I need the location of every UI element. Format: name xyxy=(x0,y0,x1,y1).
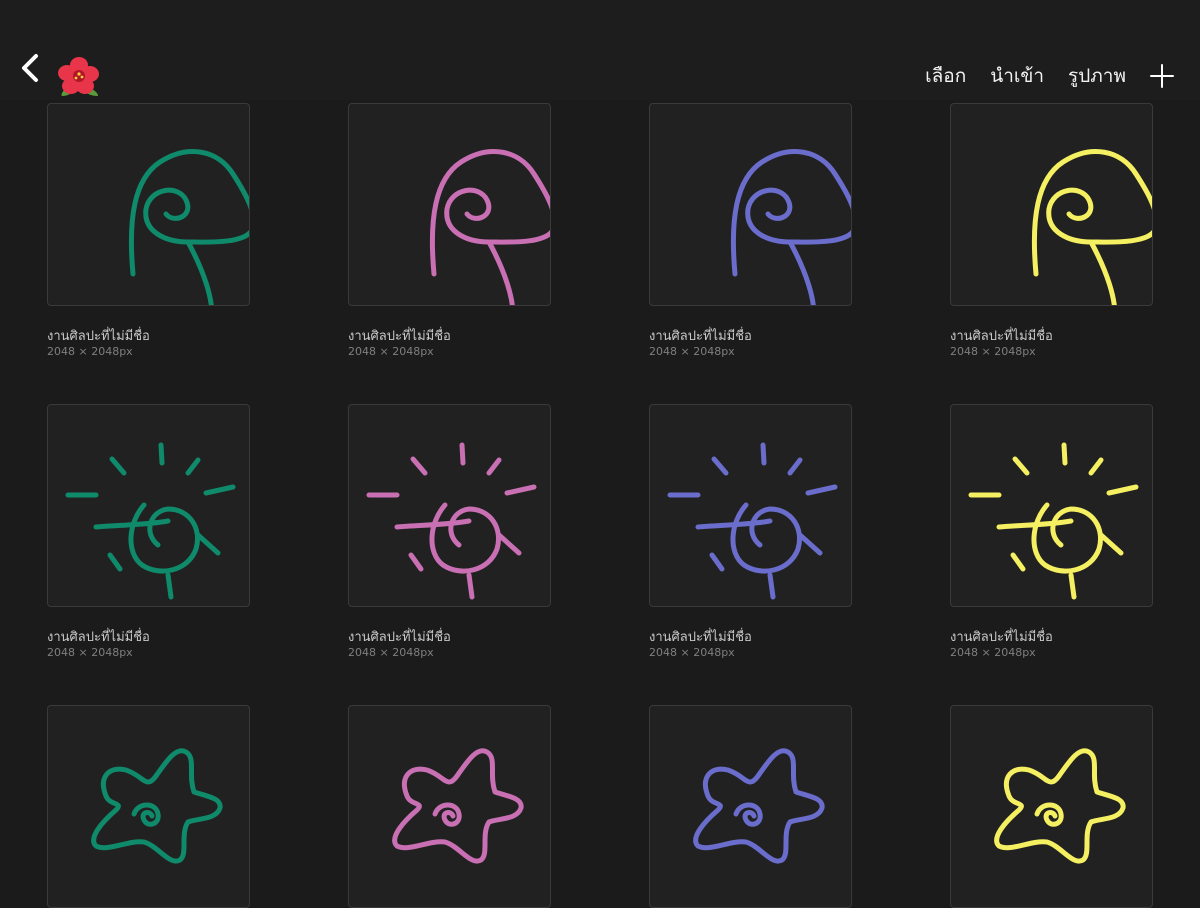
artwork-thumbnail[interactable] xyxy=(348,404,551,607)
mushroom-icon xyxy=(1031,149,1152,305)
starfish-icon xyxy=(392,748,524,864)
artwork-dimensions: 2048 × 2048px xyxy=(47,345,133,358)
artwork-title: งานศิลปะที่ไม่มีชื่อ xyxy=(47,329,150,344)
sun-icon xyxy=(667,442,838,600)
artwork-dimensions: 2048 × 2048px xyxy=(649,345,735,358)
artwork-card[interactable]: งานศิลปะที่ไม่มีชื่อ 2048 × 2048px xyxy=(47,103,250,359)
artwork-card[interactable] xyxy=(950,705,1153,908)
artwork-thumbnail[interactable] xyxy=(649,404,852,607)
artwork-title: งานศิลปะที่ไม่มีชื่อ xyxy=(47,630,150,645)
artwork-thumbnail[interactable] xyxy=(950,404,1153,607)
artwork-dimensions: 2048 × 2048px xyxy=(47,646,133,659)
artwork-dimensions: 2048 × 2048px xyxy=(950,345,1036,358)
artwork-thumbnail[interactable] xyxy=(649,103,852,306)
artwork-thumbnail[interactable] xyxy=(47,103,250,306)
artwork-thumbnail[interactable] xyxy=(348,103,551,306)
artwork-thumbnail[interactable] xyxy=(950,705,1153,908)
sun-icon xyxy=(65,442,236,600)
artwork-title: งานศิลปะที่ไม่มีชื่อ xyxy=(348,329,451,344)
starfish-icon xyxy=(693,748,825,864)
artwork-thumbnail[interactable] xyxy=(47,404,250,607)
artwork-card[interactable]: งานศิลปะที่ไม่มีชื่อ 2048 × 2048px xyxy=(649,103,852,359)
artwork-gallery: งานศิลปะที่ไม่มีชื่อ 2048 × 2048px งานศิลป… xyxy=(0,0,1200,908)
artwork-thumbnail[interactable] xyxy=(649,705,852,908)
artwork-title: งานศิลปะที่ไม่มีชื่อ xyxy=(950,329,1053,344)
artwork-title: งานศิลปะที่ไม่มีชื่อ xyxy=(649,329,752,344)
artwork-thumbnail[interactable] xyxy=(47,705,250,908)
mushroom-icon xyxy=(128,149,249,305)
artwork-title: งานศิลปะที่ไม่มีชื่อ xyxy=(950,630,1053,645)
artwork-card[interactable] xyxy=(47,705,250,908)
artwork-card[interactable]: งานศิลปะที่ไม่มีชื่อ 2048 × 2048px xyxy=(950,103,1153,359)
artwork-card[interactable]: งานศิลปะที่ไม่มีชื่อ 2048 × 2048px xyxy=(47,404,250,660)
artwork-dimensions: 2048 × 2048px xyxy=(649,646,735,659)
starfish-icon xyxy=(91,748,223,864)
artwork-card[interactable]: งานศิลปะที่ไม่มีชื่อ 2048 × 2048px xyxy=(348,103,551,359)
artwork-dimensions: 2048 × 2048px xyxy=(348,345,434,358)
artwork-card[interactable]: งานศิลปะที่ไม่มีชื่อ 2048 × 2048px xyxy=(950,404,1153,660)
artwork-thumbnail[interactable] xyxy=(348,705,551,908)
mushroom-icon xyxy=(730,149,851,305)
artwork-card[interactable] xyxy=(649,705,852,908)
artwork-card[interactable]: งานศิลปะที่ไม่มีชื่อ 2048 × 2048px xyxy=(649,404,852,660)
sun-icon xyxy=(968,442,1139,600)
artwork-card[interactable]: งานศิลปะที่ไม่มีชื่อ 2048 × 2048px xyxy=(348,404,551,660)
mushroom-icon xyxy=(429,149,550,305)
artwork-thumbnail[interactable] xyxy=(950,103,1153,306)
artwork-title: งานศิลปะที่ไม่มีชื่อ xyxy=(348,630,451,645)
artwork-title: งานศิลปะที่ไม่มีชื่อ xyxy=(649,630,752,645)
artwork-dimensions: 2048 × 2048px xyxy=(950,646,1036,659)
artwork-card[interactable] xyxy=(348,705,551,908)
artwork-dimensions: 2048 × 2048px xyxy=(348,646,434,659)
sun-icon xyxy=(366,442,537,600)
starfish-icon xyxy=(994,748,1126,864)
